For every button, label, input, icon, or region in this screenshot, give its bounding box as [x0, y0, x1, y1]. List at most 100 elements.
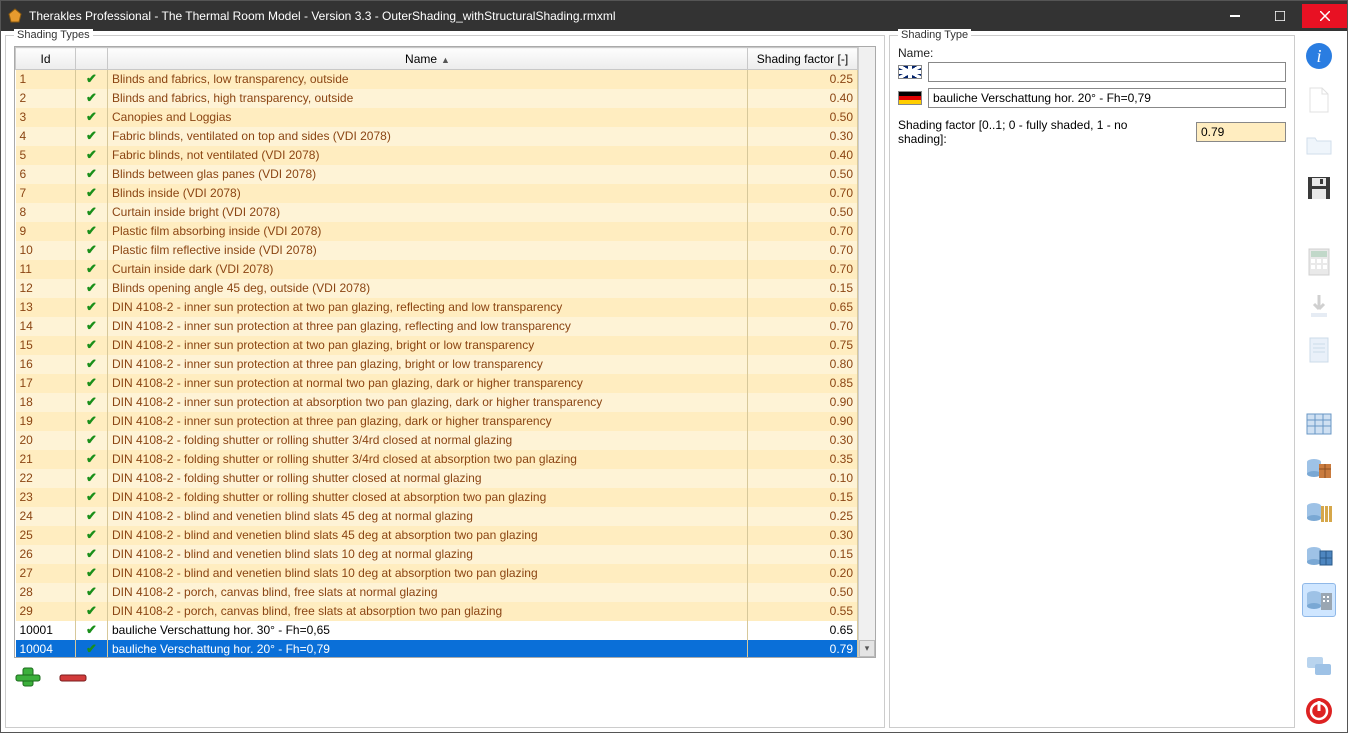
table-row[interactable]: 27✔DIN 4108-2 - blind and venetien blind…	[16, 564, 858, 583]
check-icon: ✔	[86, 318, 97, 333]
cell-check: ✔	[76, 336, 108, 355]
cell-id: 1	[16, 70, 76, 89]
table-row[interactable]: 4✔Fabric blinds, ventilated on top and s…	[16, 127, 858, 146]
cell-check: ✔	[76, 355, 108, 374]
svg-text:i: i	[1316, 46, 1321, 66]
col-id[interactable]: Id	[16, 48, 76, 70]
table-row[interactable]: 3✔Canopies and Loggias0.50	[16, 108, 858, 127]
table-row[interactable]: 8✔Curtain inside bright (VDI 2078)0.50	[16, 203, 858, 222]
table-row[interactable]: 15✔DIN 4108-2 - inner sun protection at …	[16, 336, 858, 355]
table-row[interactable]: 5✔Fabric blinds, not ventilated (VDI 207…	[16, 146, 858, 165]
vertical-scrollbar[interactable]: ▾	[858, 47, 875, 657]
database-columns-button[interactable]	[1302, 495, 1336, 529]
table-row[interactable]: 25✔DIN 4108-2 - blind and venetien blind…	[16, 526, 858, 545]
name-de-input[interactable]	[928, 88, 1286, 108]
grid-view-button[interactable]	[1302, 407, 1336, 441]
cell-name: DIN 4108-2 - inner sun protection at two…	[108, 336, 748, 355]
cell-id: 12	[16, 279, 76, 298]
table-row[interactable]: 17✔DIN 4108-2 - inner sun protection at …	[16, 374, 858, 393]
chat-button[interactable]	[1302, 650, 1336, 684]
add-row-button[interactable]	[14, 666, 42, 688]
new-file-button[interactable]	[1302, 83, 1336, 117]
cell-id: 19	[16, 412, 76, 431]
cell-check: ✔	[76, 640, 108, 658]
table-row[interactable]: 16✔DIN 4108-2 - inner sun protection at …	[16, 355, 858, 374]
table-row[interactable]: 14✔DIN 4108-2 - inner sun protection at …	[16, 317, 858, 336]
table-row[interactable]: 24✔DIN 4108-2 - blind and venetien blind…	[16, 507, 858, 526]
table-row[interactable]: 18✔DIN 4108-2 - inner sun protection at …	[16, 393, 858, 412]
cell-id: 16	[16, 355, 76, 374]
cell-name: Plastic film reflective inside (VDI 2078…	[108, 241, 748, 260]
close-button[interactable]	[1302, 4, 1347, 28]
cell-factor: 0.10	[748, 469, 858, 488]
cell-name: Blinds between glas panes (VDI 2078)	[108, 165, 748, 184]
cell-factor: 0.70	[748, 222, 858, 241]
col-factor[interactable]: Shading factor [-]	[748, 48, 858, 70]
table-row[interactable]: 26✔DIN 4108-2 - blind and venetien blind…	[16, 545, 858, 564]
table-row[interactable]: 20✔DIN 4108-2 - folding shutter or rolli…	[16, 431, 858, 450]
maximize-button[interactable]	[1257, 4, 1302, 28]
calculator-button[interactable]	[1302, 245, 1336, 279]
remove-row-button[interactable]	[58, 666, 88, 688]
report-button[interactable]	[1302, 333, 1336, 367]
col-name[interactable]: Name▲	[108, 48, 748, 70]
table-row[interactable]: 29✔DIN 4108-2 - porch, canvas blind, fre…	[16, 602, 858, 621]
cell-check: ✔	[76, 165, 108, 184]
cell-id: 14	[16, 317, 76, 336]
col-check[interactable]	[76, 48, 108, 70]
check-icon: ✔	[86, 641, 97, 656]
cell-id: 13	[16, 298, 76, 317]
table-row[interactable]: 23✔DIN 4108-2 - folding shutter or rolli…	[16, 488, 858, 507]
cell-name: DIN 4108-2 - inner sun protection at nor…	[108, 374, 748, 393]
cell-factor: 0.70	[748, 260, 858, 279]
database-building-button[interactable]	[1302, 583, 1336, 617]
table-row[interactable]: 28✔DIN 4108-2 - porch, canvas blind, fre…	[16, 583, 858, 602]
table-row[interactable]: 19✔DIN 4108-2 - inner sun protection at …	[16, 412, 858, 431]
table-row[interactable]: 21✔DIN 4108-2 - folding shutter or rolli…	[16, 450, 858, 469]
check-icon: ✔	[86, 375, 97, 390]
sort-asc-icon: ▲	[441, 55, 450, 65]
check-icon: ✔	[86, 280, 97, 295]
cell-name: DIN 4108-2 - inner sun protection at thr…	[108, 412, 748, 431]
cell-name: DIN 4108-2 - inner sun protection at two…	[108, 298, 748, 317]
cell-id: 3	[16, 108, 76, 127]
cell-id: 20	[16, 431, 76, 450]
table-row[interactable]: 6✔Blinds between glas panes (VDI 2078)0.…	[16, 165, 858, 184]
check-icon: ✔	[86, 432, 97, 447]
table-row[interactable]: 7✔Blinds inside (VDI 2078)0.70	[16, 184, 858, 203]
shading-types-table[interactable]: Id Name▲ Shading factor [-] 1✔Blinds and…	[15, 47, 858, 657]
table-row[interactable]: 10004✔bauliche Verschattung hor. 20° - F…	[16, 640, 858, 658]
cell-id: 5	[16, 146, 76, 165]
cell-name: DIN 4108-2 - folding shutter or rolling …	[108, 488, 748, 507]
table-row[interactable]: 11✔Curtain inside dark (VDI 2078)0.70	[16, 260, 858, 279]
info-button[interactable]: i	[1302, 39, 1336, 73]
download-button[interactable]	[1302, 289, 1336, 323]
check-icon: ✔	[86, 527, 97, 542]
save-button[interactable]	[1302, 171, 1336, 205]
cell-check: ✔	[76, 127, 108, 146]
cell-name: DIN 4108-2 - folding shutter or rolling …	[108, 469, 748, 488]
cell-factor: 0.15	[748, 488, 858, 507]
table-row[interactable]: 12 ✔ Blinds opening angle 45 deg, outside …	[16, 279, 858, 298]
power-button[interactable]	[1302, 694, 1336, 728]
table-row[interactable]: 10001✔bauliche Verschattung hor. 30° - F…	[16, 621, 858, 640]
cell-name: Blinds opening angle 45 deg, outside (VD…	[108, 279, 748, 298]
name-en-input[interactable]	[928, 62, 1286, 82]
table-row[interactable]: 10✔Plastic film reflective inside (VDI 2…	[16, 241, 858, 260]
table-row[interactable]: 9✔Plastic film absorbing inside (VDI 207…	[16, 222, 858, 241]
shading-factor-input[interactable]	[1196, 122, 1286, 142]
table-row[interactable]: 2✔Blinds and fabrics, high transparency,…	[16, 89, 858, 108]
check-icon: ✔	[86, 451, 97, 466]
minimize-button[interactable]	[1212, 4, 1257, 28]
table-row[interactable]: 22✔DIN 4108-2 - folding shutter or rolli…	[16, 469, 858, 488]
open-file-button[interactable]	[1302, 127, 1336, 161]
cell-factor: 0.70	[748, 241, 858, 260]
cell-check: ✔	[76, 545, 108, 564]
database-wall-button[interactable]	[1302, 451, 1336, 485]
name-label: Name:	[898, 46, 1286, 60]
scroll-down-icon[interactable]: ▾	[859, 640, 875, 657]
table-row[interactable]: 13✔DIN 4108-2 - inner sun protection at …	[16, 298, 858, 317]
database-window-button[interactable]	[1302, 539, 1336, 573]
table-row[interactable]: 1✔Blinds and fabrics, low transparency, …	[16, 70, 858, 89]
cell-check: ✔	[76, 241, 108, 260]
